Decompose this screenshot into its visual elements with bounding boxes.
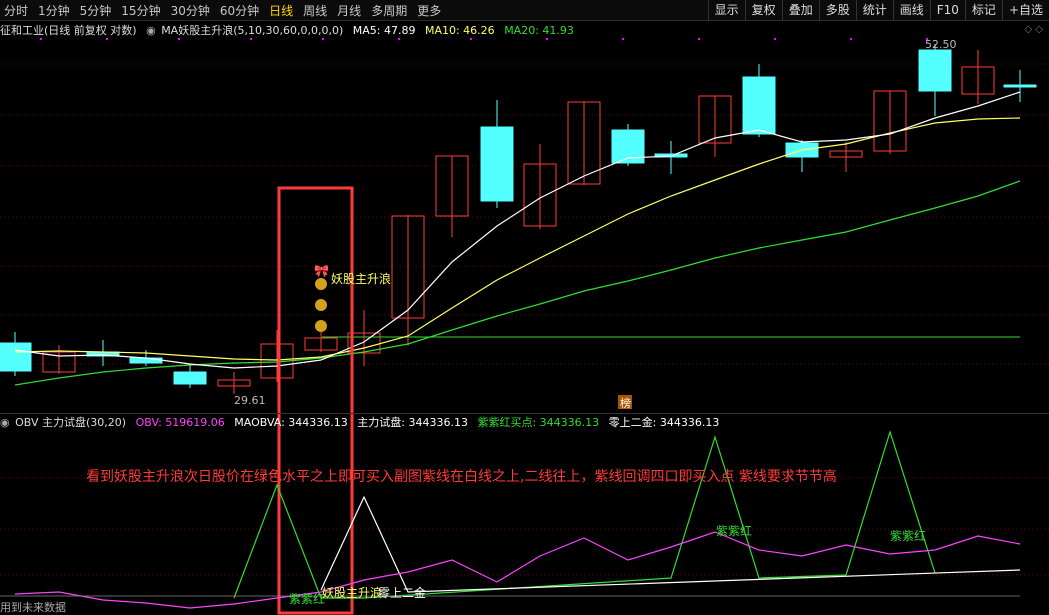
candlesticks <box>0 44 1037 394</box>
obv-purple-line <box>14 531 1021 609</box>
zzh-label-1: 紫紫红 <box>716 523 752 538</box>
obv-green-line <box>233 429 936 599</box>
ma5-line <box>14 91 1021 369</box>
sub-panel-toggle-icon[interactable]: ◉ <box>0 416 10 429</box>
high-price-label: 52.50 <box>925 38 957 51</box>
money-bag-icons: 🎀 <box>314 264 329 332</box>
main-signal-label: 妖股主升浪 <box>331 271 391 286</box>
zero-gold-label: 零上二金 <box>378 585 426 600</box>
future-data-tip: 用到未来数据 <box>0 601 66 614</box>
sub-info-bar: ◉ OBV 主力试盘(30,20) OBV: 519619.06 MAOBVA:… <box>0 413 1049 430</box>
obv-value: OBV: 519619.06 <box>135 416 225 429</box>
candle <box>0 44 1037 388</box>
svg-text:🎀: 🎀 <box>314 264 329 278</box>
sub-signal-label: 妖股主升浪 <box>322 585 382 600</box>
zhulishipan-value: 主力试盘: 344336.13 <box>357 416 468 429</box>
low-price-label: 29.61 <box>234 394 266 407</box>
chart-canvas: 🎀 妖股主升浪 52.50 29.61 榜 紫紫红 紫紫红 紫紫红 妖股主升浪 … <box>0 38 1049 615</box>
svg-text:榜: 榜 <box>620 396 631 410</box>
signal-highlight-box <box>277 186 354 615</box>
maobva-value: MAOBVA: 344336.13 <box>234 416 348 429</box>
zzh-label-3: 紫紫红 <box>289 591 325 606</box>
strategy-note: 看到妖股主升浪次日股价在绿色水平之上即可买入副图紫线在白线之上,二线往上，紫线回… <box>86 469 837 485</box>
zzh-buy-value: 紫紫红买点: 344336.13 <box>477 416 600 429</box>
ma10-line <box>14 117 1021 361</box>
zero-gold-value: 零上二金: 344336.13 <box>608 416 720 429</box>
sub-indicator-name[interactable]: OBV 主力试盘(30,20) <box>15 416 126 429</box>
zzh-label-2: 紫紫红 <box>890 528 926 543</box>
